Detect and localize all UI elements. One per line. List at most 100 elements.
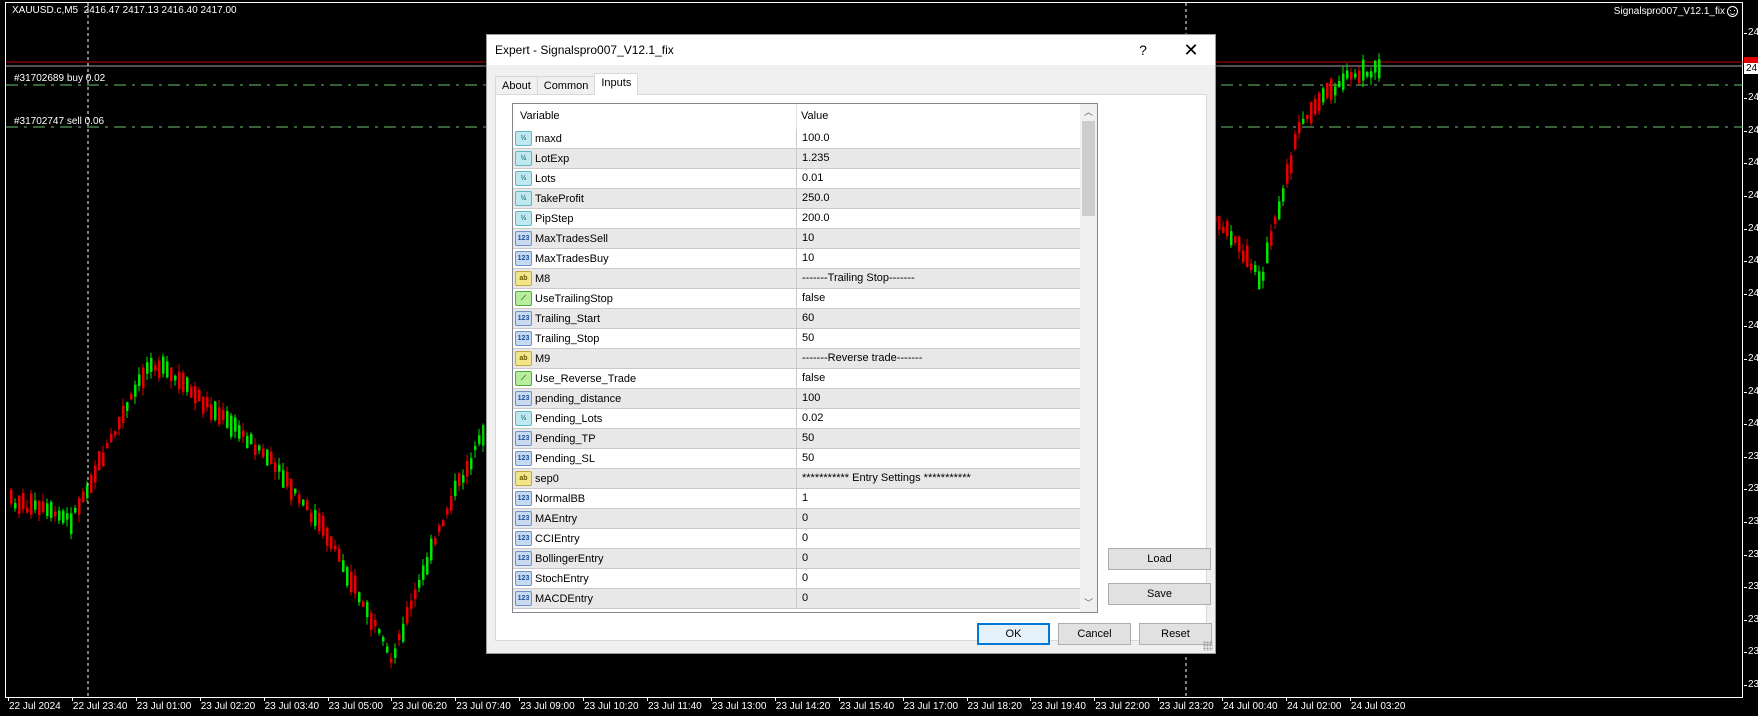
input-value-cell[interactable]: 50 bbox=[797, 329, 1081, 348]
input-value-cell[interactable]: 0 bbox=[797, 569, 1081, 588]
input-value-cell[interactable]: 1.235 bbox=[797, 149, 1081, 168]
input-row[interactable]: ½ Pending_Lots 0.02 bbox=[513, 409, 1081, 429]
input-variable-name: Lots bbox=[535, 172, 556, 185]
input-value-cell[interactable]: false bbox=[797, 369, 1081, 388]
price-axis-label: 240 bbox=[1748, 287, 1758, 299]
cancel-button[interactable]: Cancel bbox=[1058, 623, 1131, 645]
input-value-cell[interactable]: 0.01 bbox=[797, 169, 1081, 188]
input-row[interactable]: ab M8 -------Trailing Stop------- bbox=[513, 269, 1081, 289]
input-row[interactable]: 123 BollingerEntry 0 bbox=[513, 549, 1081, 569]
help-button[interactable]: ? bbox=[1123, 35, 1163, 65]
candle-bearish bbox=[242, 430, 245, 438]
input-value-cell[interactable]: 0 bbox=[797, 589, 1081, 608]
candle-bearish bbox=[410, 600, 413, 610]
input-value-cell[interactable]: 60 bbox=[797, 309, 1081, 328]
dialog-titlebar[interactable]: Expert - Signalspro007_V12.1_fix ? ✕ bbox=[487, 35, 1215, 65]
input-value-cell[interactable]: 50 bbox=[797, 449, 1081, 468]
input-row[interactable]: 123 Trailing_Start 60 bbox=[513, 309, 1081, 329]
input-row[interactable]: ab sep0 *********** Entry Settings *******… bbox=[513, 469, 1081, 489]
ok-button[interactable]: OK bbox=[977, 623, 1050, 645]
scroll-down-icon[interactable]: ﹀ bbox=[1080, 595, 1097, 612]
candle-bearish bbox=[22, 493, 25, 510]
input-row[interactable]: ⟋ UseTrailingStop false bbox=[513, 289, 1081, 309]
input-row[interactable]: ⟋ Use_Reverse_Trade false bbox=[513, 369, 1081, 389]
input-row[interactable]: 123 StochEntry 0 bbox=[513, 569, 1081, 589]
input-value-cell[interactable]: false bbox=[797, 289, 1081, 308]
input-row[interactable]: 123 Pending_SL 50 bbox=[513, 449, 1081, 469]
candle-bearish bbox=[1274, 216, 1277, 224]
expert-advisor-label[interactable]: Signalspro007_V12.1_fix bbox=[1614, 6, 1738, 17]
input-row[interactable]: 123 MACDEntry 0 bbox=[513, 589, 1081, 609]
tab-about[interactable]: About bbox=[495, 76, 538, 95]
close-button[interactable]: ✕ bbox=[1171, 35, 1211, 65]
candle-bullish bbox=[138, 374, 141, 386]
time-axis-label: 24 Jul 00:40 bbox=[1223, 701, 1278, 712]
candle-bullish bbox=[134, 384, 137, 397]
input-row[interactable]: 123 MaxTradesSell 10 bbox=[513, 229, 1081, 249]
input-value-cell[interactable]: 100.0 bbox=[797, 129, 1081, 148]
int-type-icon: 123 bbox=[515, 391, 532, 406]
column-header-variable[interactable]: Variable bbox=[513, 104, 797, 129]
scroll-thumb[interactable] bbox=[1082, 121, 1095, 216]
input-value-cell[interactable]: 10 bbox=[797, 249, 1081, 268]
candle-bearish bbox=[54, 511, 57, 517]
input-variable-name: MaxTradesSell bbox=[535, 232, 608, 245]
tab-inputs[interactable]: Inputs bbox=[594, 73, 639, 95]
input-row[interactable]: 123 pending_distance 100 bbox=[513, 389, 1081, 409]
input-row[interactable]: ab M9 -------Reverse trade------- bbox=[513, 349, 1081, 369]
candle-bullish bbox=[86, 485, 89, 498]
input-value-cell[interactable]: -------Trailing Stop------- bbox=[797, 269, 1081, 288]
input-value-cell[interactable]: 250.0 bbox=[797, 189, 1081, 208]
input-value-cell[interactable]: 10 bbox=[797, 229, 1081, 248]
input-variable-name: Trailing_Stop bbox=[535, 332, 600, 345]
input-variable-name: UseTrailingStop bbox=[535, 292, 613, 305]
scroll-up-icon[interactable]: ︿ bbox=[1080, 104, 1097, 121]
input-value-cell[interactable]: 100 bbox=[797, 389, 1081, 408]
price-axis-label: 240 bbox=[1748, 320, 1758, 332]
input-variable-name: Pending_SL bbox=[535, 452, 595, 465]
price-axis-label: 239 bbox=[1748, 581, 1758, 593]
input-row[interactable]: ½ maxd 100.0 bbox=[513, 129, 1081, 149]
bid-price-marker: 241 bbox=[1744, 63, 1758, 74]
candle-bullish bbox=[1230, 231, 1233, 246]
input-row[interactable]: ½ LotExp 1.235 bbox=[513, 149, 1081, 169]
input-value-cell[interactable]: 0 bbox=[797, 529, 1081, 548]
candle-bullish bbox=[1378, 59, 1381, 79]
input-row[interactable]: 123 MAEntry 0 bbox=[513, 509, 1081, 529]
input-value-cell[interactable]: *********** Entry Settings *********** bbox=[797, 469, 1081, 488]
tab-common[interactable]: Common bbox=[536, 76, 596, 95]
input-value-cell[interactable]: 50 bbox=[797, 429, 1081, 448]
candle-bearish bbox=[1246, 245, 1249, 267]
input-row[interactable]: 123 CCIEntry 0 bbox=[513, 529, 1081, 549]
reset-button[interactable]: Reset bbox=[1139, 623, 1212, 645]
grid-scrollbar[interactable]: ︿ ﹀ bbox=[1080, 104, 1097, 612]
input-value-cell[interactable]: 0.02 bbox=[797, 409, 1081, 428]
input-row[interactable]: 123 Trailing_Stop 50 bbox=[513, 329, 1081, 349]
input-value-cell[interactable]: 0 bbox=[797, 549, 1081, 568]
load-button[interactable]: Load bbox=[1108, 548, 1211, 570]
input-row[interactable]: ½ Lots 0.01 bbox=[513, 169, 1081, 189]
price-axis-label: 240 bbox=[1748, 255, 1758, 267]
input-row[interactable]: ½ PipStep 200.0 bbox=[513, 209, 1081, 229]
input-value-cell[interactable]: 200.0 bbox=[797, 209, 1081, 228]
candle-bearish bbox=[298, 494, 301, 504]
order-label-sell[interactable]: #31702747 sell 0.06 bbox=[14, 116, 104, 127]
int-type-icon: 123 bbox=[515, 511, 532, 526]
input-value-cell[interactable]: -------Reverse trade------- bbox=[797, 349, 1081, 368]
input-row[interactable]: 123 MaxTradesBuy 10 bbox=[513, 249, 1081, 269]
input-row[interactable]: 123 Pending_TP 50 bbox=[513, 429, 1081, 449]
input-value-cell[interactable]: 1 bbox=[797, 489, 1081, 508]
order-label-buy[interactable]: #31702689 buy 0.02 bbox=[14, 73, 105, 84]
resize-grip-icon[interactable] bbox=[1203, 641, 1213, 651]
candle-bearish bbox=[1350, 71, 1353, 80]
input-value-cell[interactable]: 0 bbox=[797, 509, 1081, 528]
candle-bearish bbox=[98, 451, 101, 471]
input-row[interactable]: ½ TakeProfit 250.0 bbox=[513, 189, 1081, 209]
price-axis-tick bbox=[1744, 619, 1747, 621]
candle-bullish bbox=[226, 411, 229, 428]
save-button[interactable]: Save bbox=[1108, 583, 1211, 605]
candle-bearish bbox=[1286, 164, 1289, 184]
input-row[interactable]: 123 NormalBB 1 bbox=[513, 489, 1081, 509]
column-header-value[interactable]: Value bbox=[797, 104, 1097, 129]
candle-bullish bbox=[1282, 188, 1285, 202]
